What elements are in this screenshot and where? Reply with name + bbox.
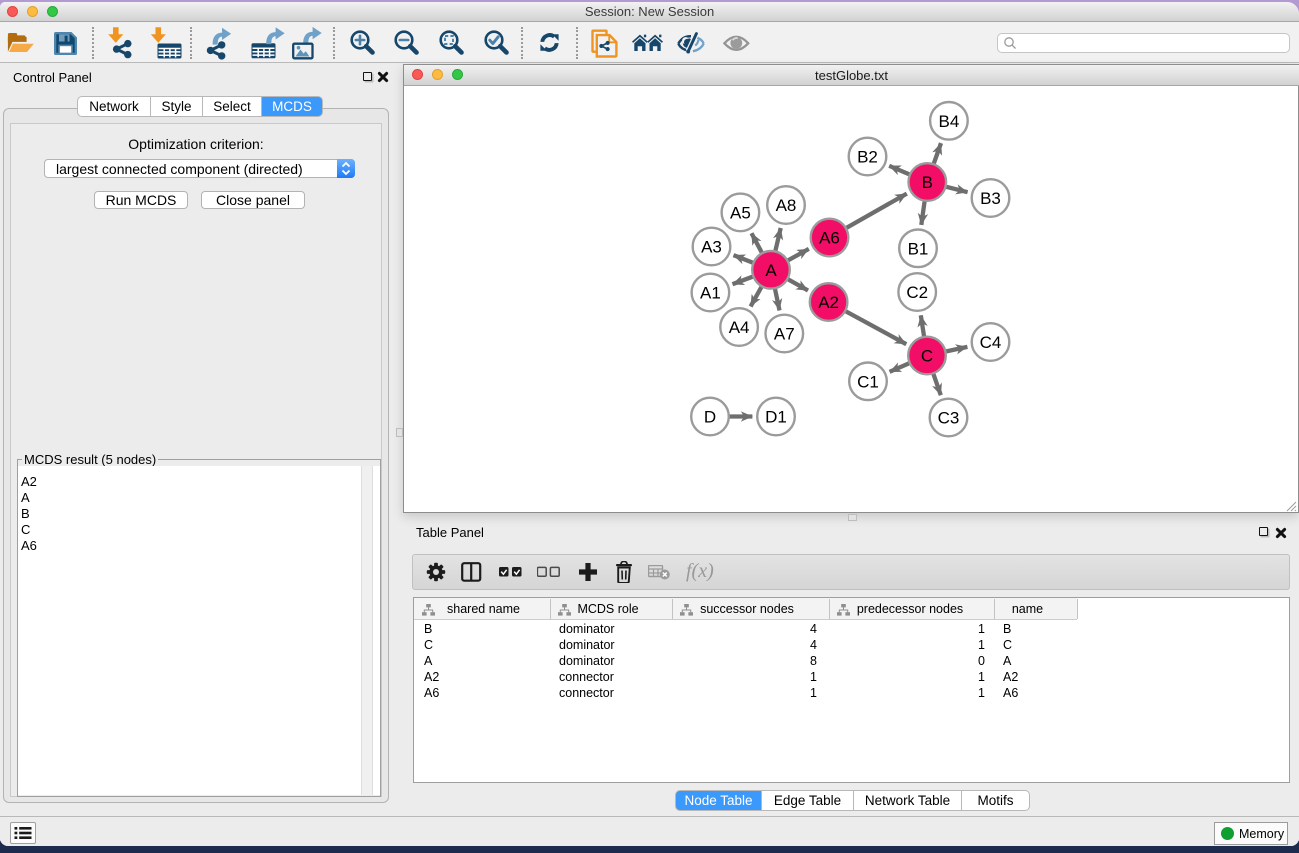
svg-text:B1: B1 (908, 239, 929, 258)
svg-text:B: B (922, 173, 933, 192)
svg-text:C: C (921, 347, 933, 366)
svg-text:B4: B4 (939, 112, 960, 131)
svg-text:A1: A1 (700, 284, 721, 303)
svg-text:A4: A4 (729, 318, 750, 337)
svg-text:B2: B2 (857, 148, 878, 167)
svg-text:A: A (765, 261, 777, 280)
svg-text:A5: A5 (730, 203, 751, 222)
svg-text:A7: A7 (774, 325, 795, 344)
svg-text:D: D (704, 408, 716, 427)
svg-text:B3: B3 (980, 189, 1001, 208)
svg-text:C2: C2 (906, 283, 928, 302)
svg-text:C1: C1 (857, 372, 879, 391)
svg-text:A3: A3 (701, 238, 722, 257)
svg-text:A8: A8 (776, 196, 797, 215)
svg-text:D1: D1 (765, 408, 787, 427)
svg-text:C4: C4 (980, 333, 1002, 352)
svg-text:A6: A6 (819, 229, 840, 248)
svg-text:C3: C3 (938, 409, 960, 428)
svg-text:A2: A2 (818, 293, 839, 312)
